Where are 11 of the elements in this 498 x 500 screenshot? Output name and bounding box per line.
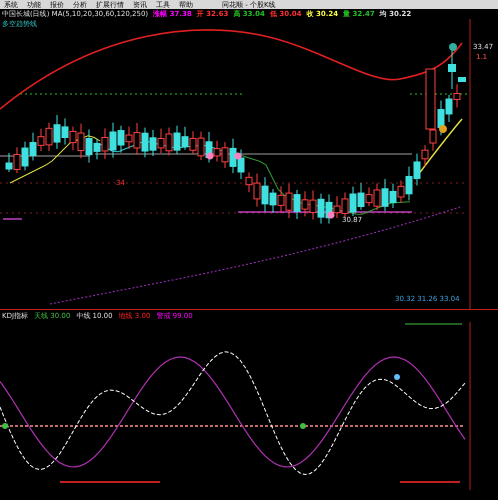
support-line (3, 218, 22, 220)
signal-dot (300, 423, 306, 429)
signal-dot (2, 423, 8, 429)
candlestick (458, 77, 466, 82)
signal-dot (394, 374, 400, 380)
level-line (400, 481, 460, 483)
signal-dot (439, 125, 447, 133)
signal-dot (206, 152, 214, 160)
signal-dot (234, 152, 242, 160)
signal-dot (328, 212, 334, 218)
signal-dot (449, 43, 457, 51)
